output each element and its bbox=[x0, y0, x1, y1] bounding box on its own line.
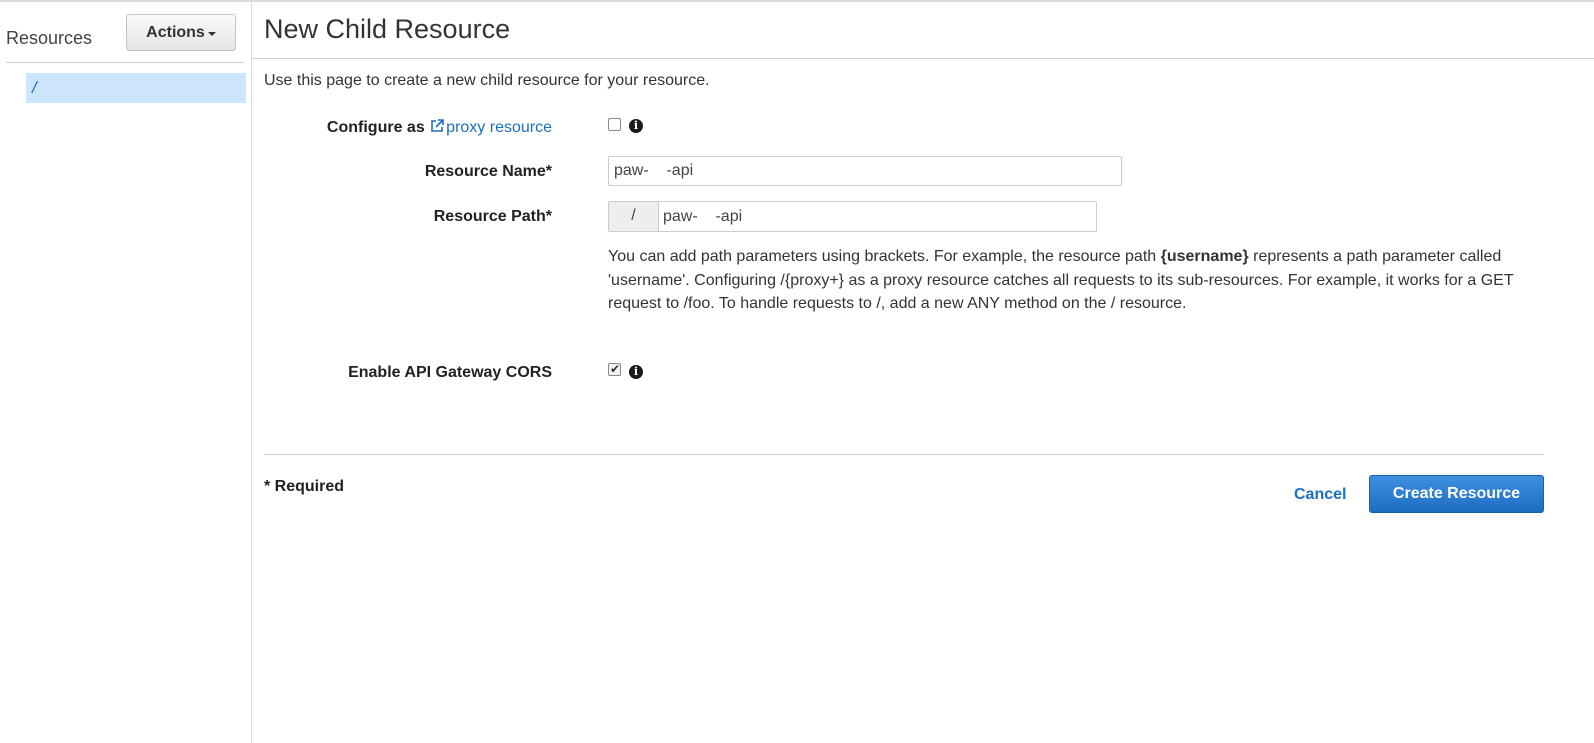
help-text-part1: You can add path parameters using bracke… bbox=[608, 248, 1161, 265]
proxy-resource-link[interactable]: proxy resource bbox=[429, 119, 552, 136]
info-icon[interactable]: i bbox=[629, 365, 643, 379]
cors-checkbox[interactable]: ✔ bbox=[608, 362, 621, 376]
proxy-resource-link-text: proxy resource bbox=[446, 119, 552, 136]
proxy-resource-checkbox[interactable] bbox=[608, 118, 621, 131]
configure-as-label: Configure as bbox=[326, 119, 425, 136]
path-parameter-help-text: You can add path parameters using bracke… bbox=[608, 245, 1538, 316]
cancel-button[interactable]: Cancel bbox=[1294, 486, 1346, 504]
form-divider bbox=[264, 454, 1544, 455]
create-resource-button[interactable]: Create Resource bbox=[1369, 475, 1544, 513]
main-panel: New Child Resource Use this page to crea… bbox=[252, 2, 1594, 743]
proxy-field-label: Configure as proxy resource bbox=[327, 118, 552, 137]
sidebar-header: Resources Actions bbox=[6, 14, 244, 63]
title-divider bbox=[252, 58, 1594, 59]
required-note: * Required bbox=[264, 478, 345, 495]
external-link-icon bbox=[431, 119, 444, 132]
cors-label: Enable API Gateway CORS bbox=[348, 364, 552, 381]
resource-name-input[interactable] bbox=[608, 156, 1122, 186]
sidebar-title: Resources bbox=[6, 28, 93, 48]
page-intro: Use this page to create a new child reso… bbox=[264, 72, 710, 89]
help-text-username: {username} bbox=[1160, 248, 1249, 265]
actions-label: Actions bbox=[146, 23, 205, 41]
info-icon[interactable]: i bbox=[629, 119, 643, 133]
checkmark-icon: ✔ bbox=[610, 362, 621, 376]
page-title: New Child Resource bbox=[264, 14, 511, 44]
resource-path-label: Resource Path* bbox=[433, 208, 552, 225]
resource-path-input[interactable] bbox=[659, 202, 1096, 231]
resource-path-prefix: / bbox=[609, 202, 659, 231]
resources-sidebar: Resources Actions / bbox=[0, 2, 252, 743]
resource-tree-item-root[interactable]: / bbox=[26, 73, 246, 103]
resource-path-field: / bbox=[608, 201, 1097, 232]
actions-button[interactable]: Actions bbox=[126, 14, 236, 51]
resource-name-label: Resource Name* bbox=[424, 163, 552, 180]
caret-down-icon bbox=[207, 32, 216, 36]
